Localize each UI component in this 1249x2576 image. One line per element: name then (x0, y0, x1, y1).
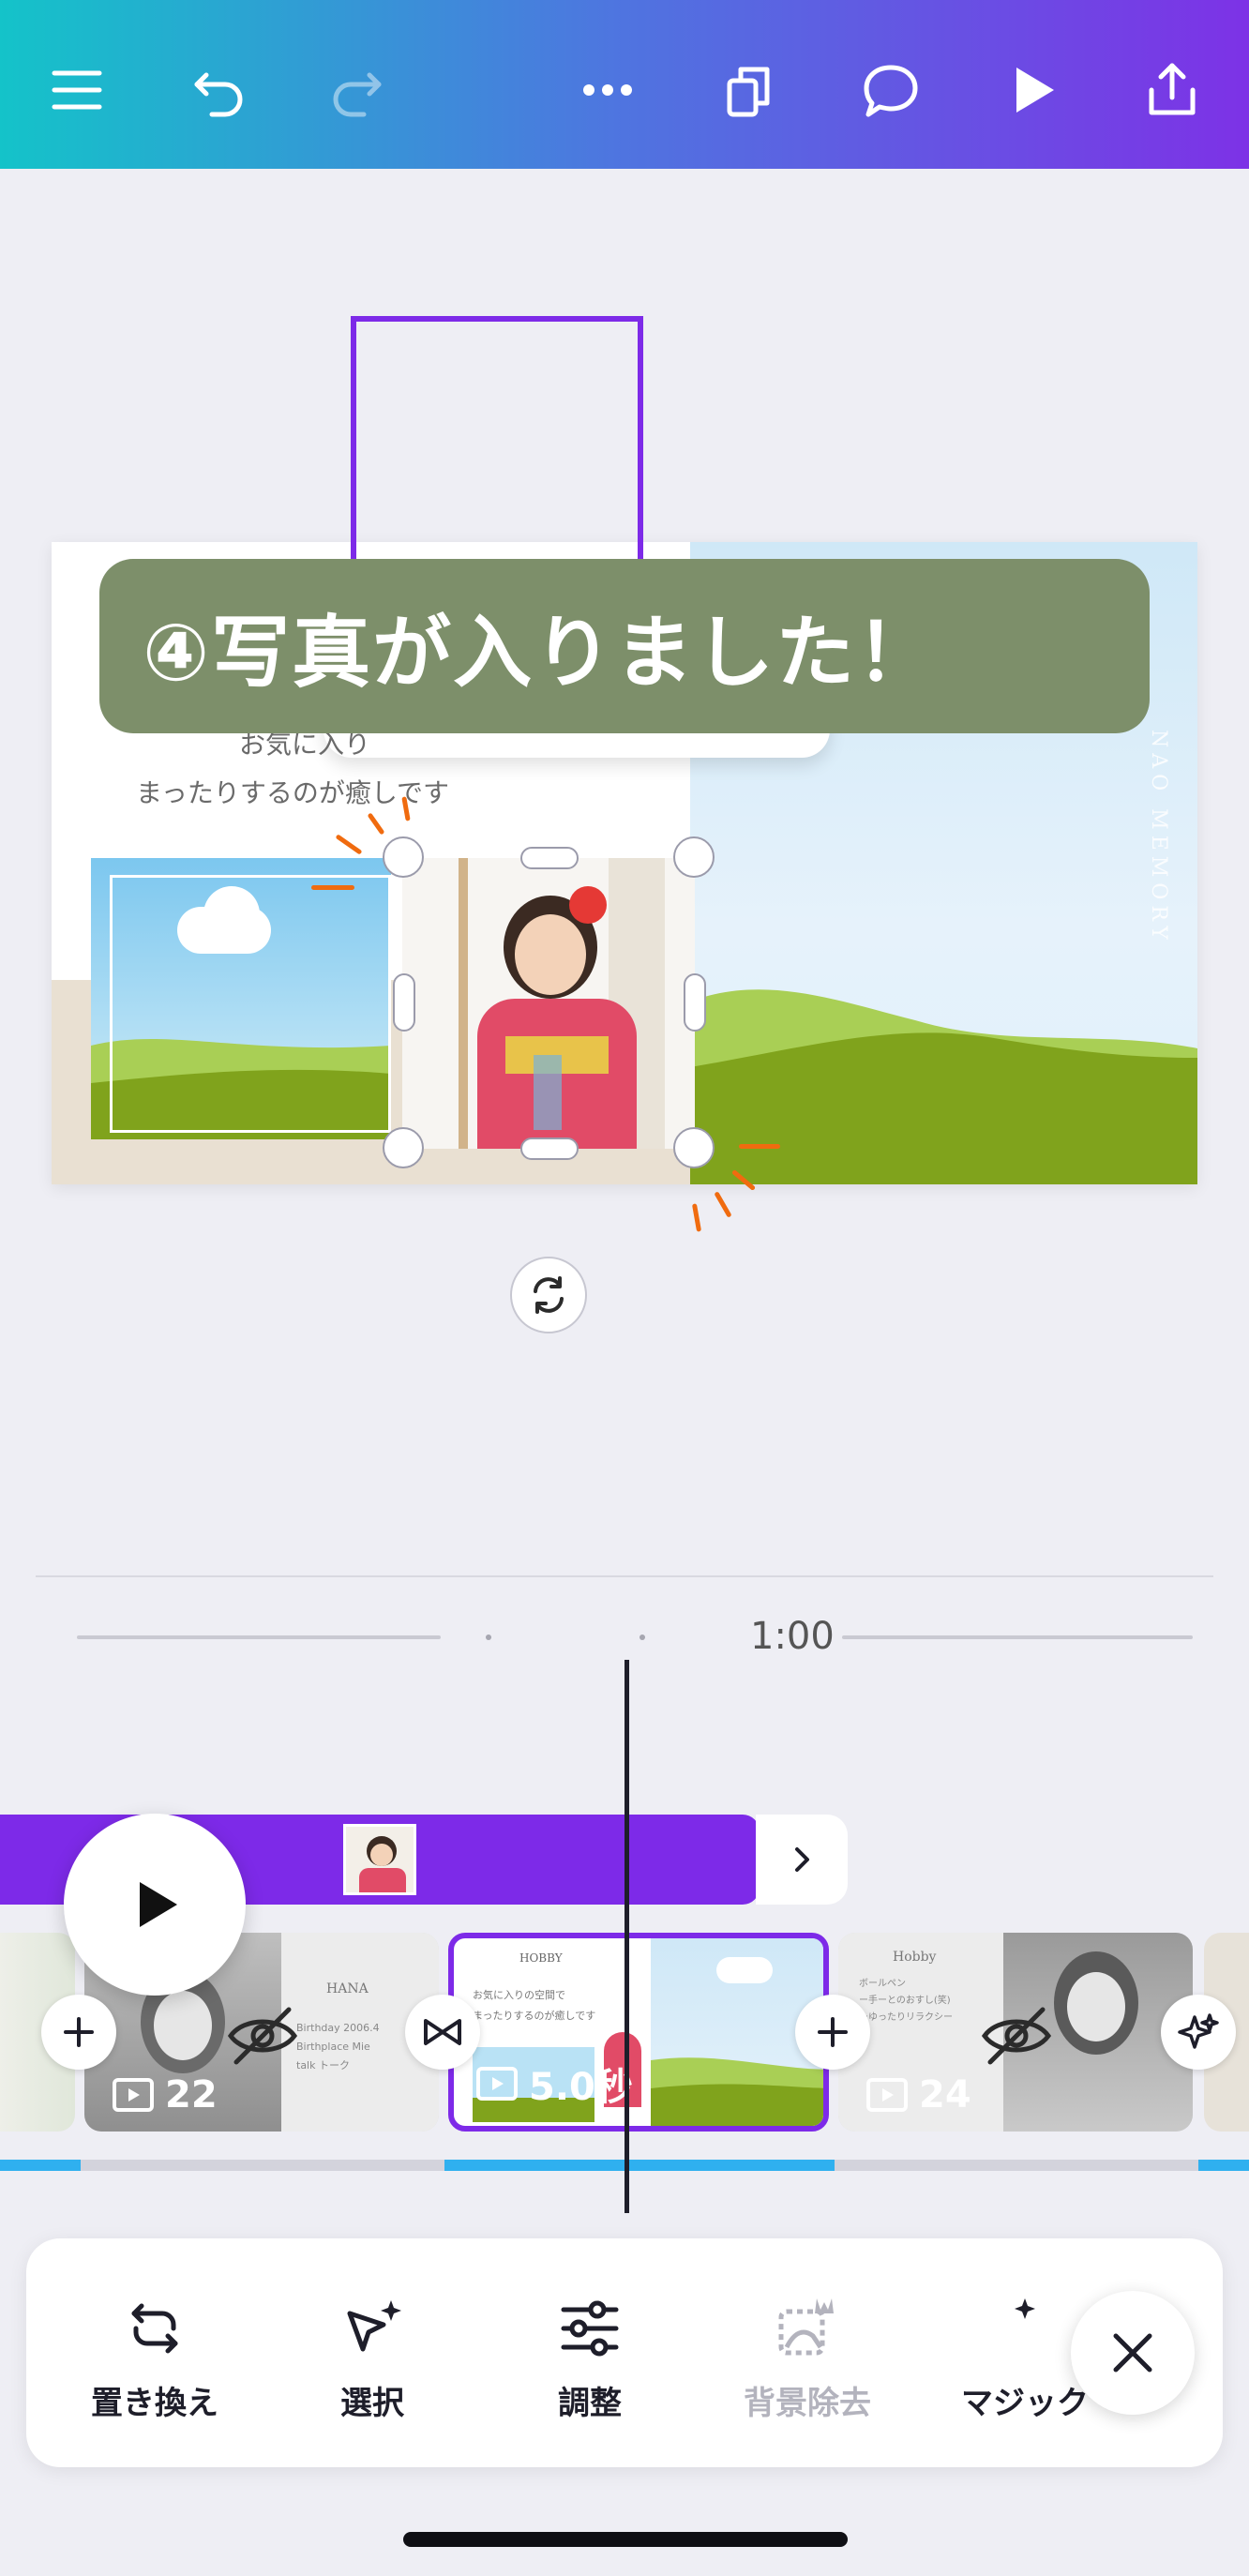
more-icon[interactable] (561, 43, 655, 137)
transition-button[interactable] (405, 1995, 480, 2070)
select-label: 選択 (340, 2385, 404, 2422)
clip-label: 22 (113, 2073, 218, 2117)
bg-remove-icon (778, 2298, 834, 2356)
plus-icon (818, 2017, 848, 2047)
timeline-play-button[interactable] (64, 1814, 246, 1996)
sparkle-mark (311, 885, 354, 890)
resize-handle-top[interactable] (520, 847, 579, 869)
replace-icon (131, 2303, 178, 2354)
magic-icon (1015, 2298, 1035, 2319)
clip-text-line: ー手ーとのおすし(笑) (859, 1996, 951, 2006)
clip-title: HOBBY (519, 1951, 563, 1965)
resize-handle-top-left[interactable] (383, 836, 424, 878)
hidden-eye-icon (227, 2007, 298, 2065)
selected-photo[interactable] (402, 858, 695, 1149)
clip-title: HANA (326, 1981, 369, 1996)
ruler-tick (486, 1634, 491, 1640)
instruction-banner: ④写真が入りました！ (99, 559, 1150, 733)
close-button[interactable] (1071, 2291, 1195, 2415)
timeline-clip-selected[interactable]: HOBBY お気に入りの空間で まったりするのが癒しです 5.0秒 (448, 1933, 829, 2132)
rotate-button[interactable] (510, 1257, 587, 1333)
top-toolbar (0, 0, 1249, 169)
replace-label: 置き換え (91, 2385, 218, 2422)
clip-text-line: お気に入りの空間で (473, 1989, 565, 2001)
resize-handle-right[interactable] (684, 973, 706, 1032)
timeline-ruler (77, 1635, 441, 1639)
clip-number: 22 (165, 2073, 218, 2117)
add-clip-button[interactable] (795, 1995, 870, 2070)
resize-handle-bottom[interactable] (520, 1137, 579, 1160)
clip-text-line: Birthplace Mie (296, 2041, 370, 2053)
sparkle-mark (691, 1203, 702, 1232)
play-small-icon (866, 2078, 908, 2112)
progress-segment (81, 2160, 444, 2171)
home-indicator[interactable] (403, 2532, 848, 2547)
bg-remove-label: 背景除去 (744, 2385, 871, 2422)
progress-segment (444, 2160, 835, 2171)
clip-duration: 5.0秒 (529, 2066, 633, 2109)
resize-handle-top-right[interactable] (673, 836, 715, 878)
share-icon[interactable] (1125, 43, 1219, 137)
play-small-icon (476, 2067, 518, 2101)
plus-icon (64, 2017, 94, 2047)
timeline-ruler (842, 1635, 1193, 1639)
adjust-button[interactable]: 調整 (491, 2295, 688, 2423)
progress-segment (835, 2160, 1198, 2171)
empty-photo-frame[interactable] (91, 858, 391, 1139)
add-clip-button[interactable] (41, 1995, 116, 2070)
play-small-icon (113, 2078, 154, 2112)
close-icon (1113, 2333, 1152, 2373)
resize-handle-left[interactable] (393, 973, 415, 1032)
vertical-text: NAO MEMORY (1147, 730, 1170, 945)
select-button[interactable]: 選択 (274, 2295, 471, 2423)
clip-text-line: ボールペン (859, 1979, 906, 1989)
chevron-right-icon (795, 1847, 809, 1872)
ruler-tick (640, 1634, 645, 1640)
rotate-icon (534, 1276, 564, 1314)
sliders-icon (561, 2300, 619, 2357)
timeline-divider (36, 1575, 1213, 1577)
clip-label: 24 (866, 2073, 971, 2117)
audio-thumbnail (343, 1824, 416, 1895)
clip-label: 5.0秒 (476, 2056, 633, 2111)
magic-transition-button[interactable] (1161, 1995, 1236, 2070)
resize-handle-bottom-right[interactable] (673, 1127, 715, 1168)
time-label: 1:00 (750, 1615, 835, 1658)
bg-remove-button[interactable]: 背景除去 (709, 2295, 906, 2423)
pages-icon[interactable] (703, 43, 797, 137)
action-sheet: 置き換え 選択 調整 背景除去 マジック (26, 2238, 1223, 2467)
play-icon[interactable] (985, 43, 1078, 137)
audio-expand-button[interactable] (756, 1815, 848, 1905)
sparkle-mark (714, 1191, 732, 1218)
clip-text-line: ーゆったりリラクシー (859, 2012, 953, 2023)
playhead[interactable] (624, 1660, 629, 2213)
magic-label: マジック (961, 2385, 1089, 2422)
select-sparkle-icon (347, 2300, 401, 2352)
clip-text-line: Birthday 2006.4 (296, 2022, 380, 2034)
progress-segment (0, 2160, 81, 2171)
progress-segment (1198, 2160, 1249, 2171)
transition-icon (424, 2019, 461, 2045)
clip-text-line: talk トーク (296, 2059, 350, 2071)
replace-button[interactable]: 置き換え (56, 2295, 253, 2423)
resize-handle-bottom-left[interactable] (383, 1127, 424, 1168)
timeline-clip-24[interactable]: Hobby ボールペン ー手ーとのおすし(笑) ーゆったりリラクシー 24 (838, 1933, 1193, 2132)
clip-number: 24 (919, 2073, 971, 2117)
clip-title: Hobby (893, 1950, 937, 1965)
menu-icon[interactable] (30, 43, 124, 137)
sparkle-icon (1178, 2013, 1219, 2049)
sparkle-mark (739, 1144, 780, 1149)
clip-text-line: まったりするのが癒しです (473, 2010, 596, 2022)
undo-icon[interactable] (173, 43, 266, 137)
play-icon (140, 1882, 177, 1927)
banner-text: ④写真が入りました！ (143, 606, 938, 699)
body-text-line2: まったりするのが癒しです (136, 777, 450, 808)
adjust-label: 調整 (558, 2385, 622, 2422)
comment-icon[interactable] (844, 43, 938, 137)
redo-icon[interactable] (309, 43, 403, 137)
hidden-eye-icon (981, 2007, 1052, 2065)
